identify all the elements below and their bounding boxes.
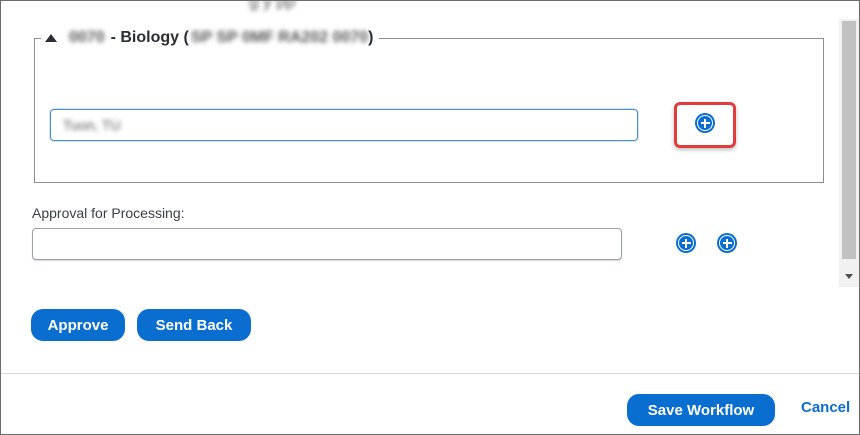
processing-input[interactable] bbox=[32, 228, 622, 260]
scroll-area: 0070 - Biology ( SP SP 0MF RA202 0070 ) … bbox=[1, 19, 837, 287]
save-workflow-button[interactable]: Save Workflow bbox=[627, 394, 775, 426]
cancel-button[interactable]: Cancel bbox=[801, 399, 850, 416]
approver-input[interactable]: Tuon, TU bbox=[50, 109, 638, 141]
scrollbar-thumb[interactable] bbox=[842, 21, 856, 259]
group-code: 0070 bbox=[69, 29, 105, 46]
group-close-paren: ) bbox=[368, 29, 374, 46]
approver-value: Tuon, TU bbox=[63, 117, 121, 133]
add-processing-step-icon[interactable] bbox=[717, 233, 737, 253]
caret-up-icon[interactable] bbox=[45, 34, 57, 42]
group-code-detail: SP SP 0MF RA202 0070 bbox=[190, 29, 369, 46]
vertical-scrollbar[interactable] bbox=[839, 19, 859, 287]
scroll-down-arrow-icon[interactable] bbox=[845, 274, 853, 279]
processing-label: Approval for Processing: bbox=[32, 205, 185, 221]
group-name: - Biology ( bbox=[110, 29, 189, 46]
add-processing-approver-icon[interactable] bbox=[676, 233, 696, 253]
dialog-caption: g y pp bbox=[249, 0, 296, 11]
footer-divider bbox=[1, 373, 859, 374]
group-legend[interactable]: 0070 - Biology ( SP SP 0MF RA202 0070 ) bbox=[41, 29, 380, 47]
add-approver-icon[interactable] bbox=[695, 113, 715, 133]
send-back-button[interactable]: Send Back bbox=[137, 309, 251, 341]
workflow-dialog: g y pp 0070 - Biology ( SP SP 0MF RA202 … bbox=[0, 0, 860, 435]
approve-button[interactable]: Approve bbox=[31, 309, 125, 341]
